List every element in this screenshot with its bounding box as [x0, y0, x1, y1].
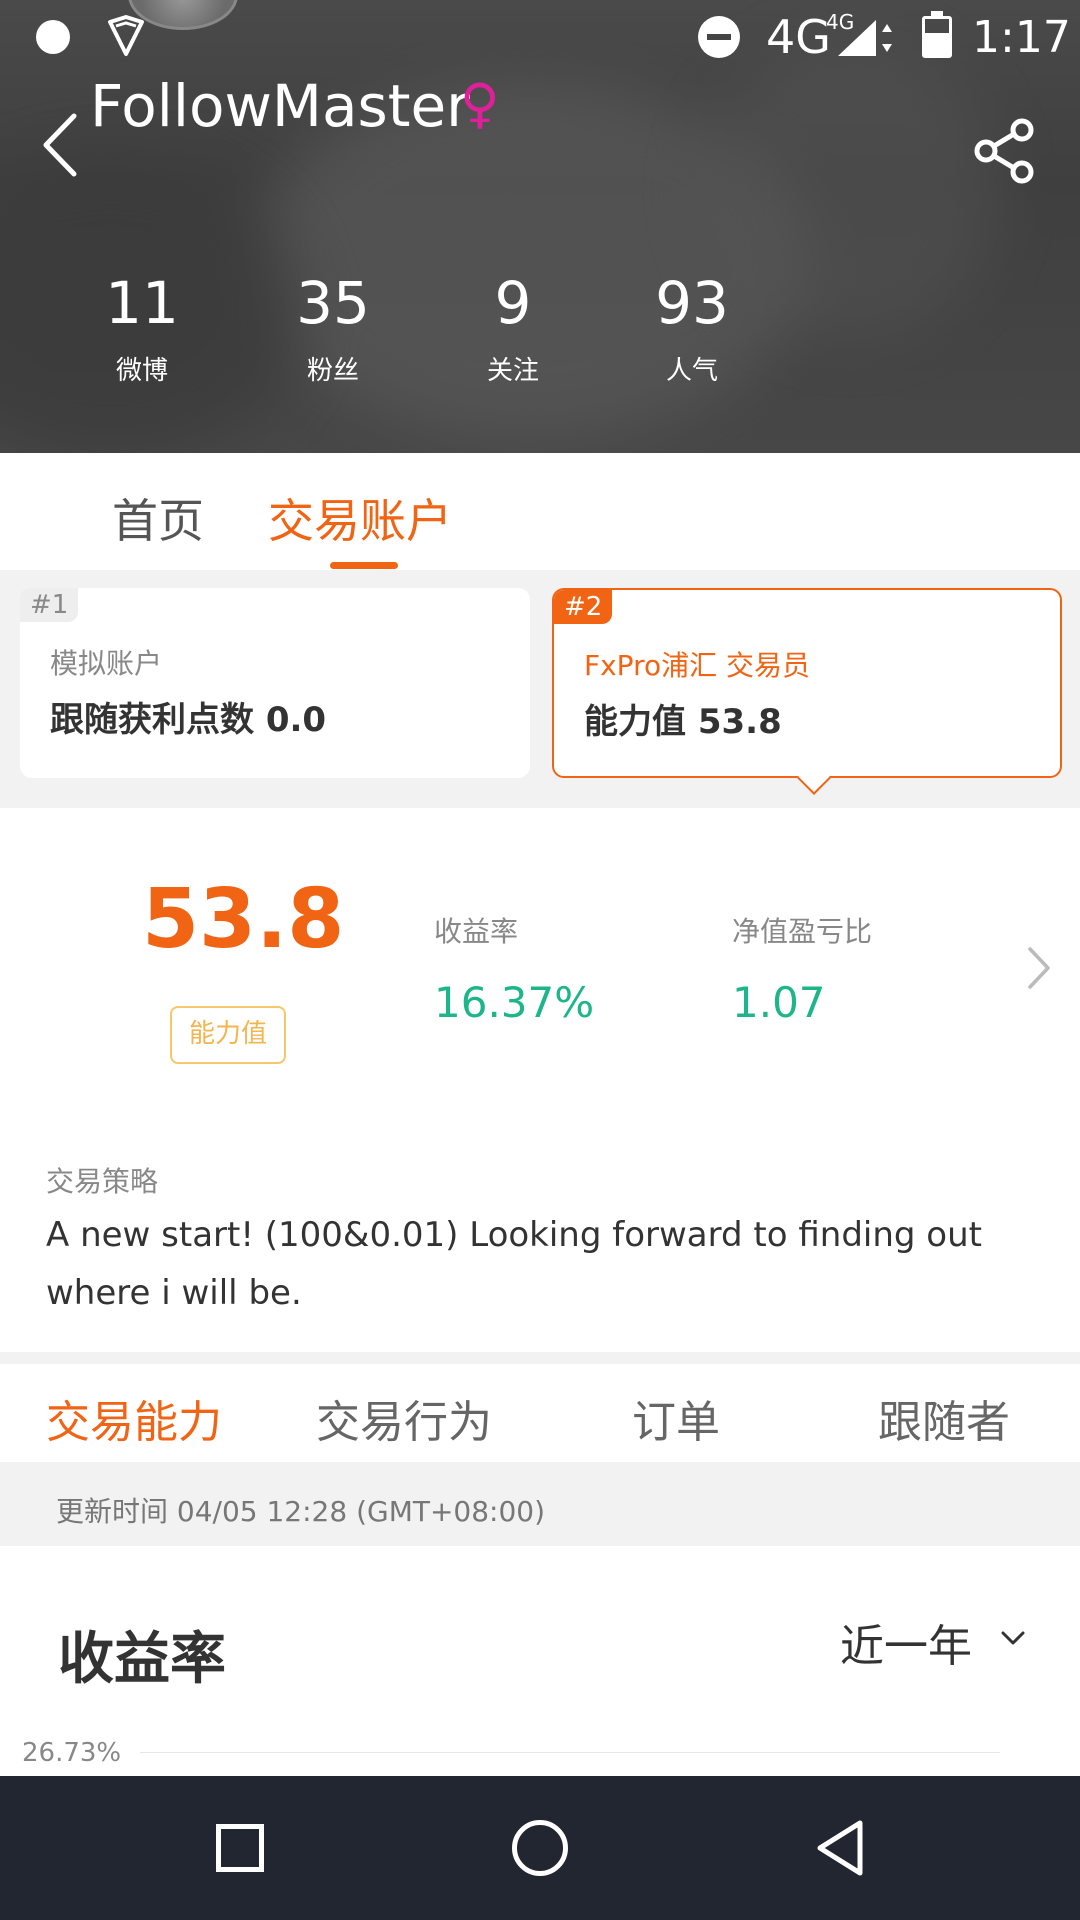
- chevron-right-icon[interactable]: [1024, 943, 1054, 993]
- stat-label: 关注: [486, 356, 539, 386]
- stat-value: 11: [105, 269, 179, 337]
- recent-apps-button[interactable]: [216, 1824, 264, 1872]
- stat-value: 35: [296, 269, 370, 337]
- profile-tabs: 首页 交易账户: [0, 453, 1080, 570]
- share-button[interactable]: [972, 118, 1038, 184]
- chevron-down-icon[interactable]: [1000, 1628, 1026, 1648]
- ability-score-badge: 能力值: [170, 1006, 286, 1064]
- signal-icon: [838, 20, 892, 56]
- stat-label: 粉丝: [306, 356, 359, 386]
- tab-orders[interactable]: 订单: [632, 1386, 720, 1450]
- status-bar: 4G 4G 1:17: [0, 0, 1080, 75]
- stat-popularity[interactable]: 93 人气: [612, 268, 772, 387]
- notification-dot-icon: [36, 20, 70, 54]
- nav-back-button[interactable]: [812, 1818, 868, 1878]
- tab-followers[interactable]: 跟随者: [878, 1386, 1010, 1450]
- shield-icon: [108, 15, 144, 56]
- clock: 1:17: [972, 12, 1071, 63]
- equity-ratio-value: 1.07: [732, 978, 826, 1027]
- stat-weibo[interactable]: 11 微博: [62, 268, 222, 387]
- account-title: FxPro浦汇 交易员: [584, 649, 810, 682]
- stat-followers[interactable]: 35 粉丝: [253, 268, 413, 387]
- account-cards: #1 模拟账户 跟随获利点数 0.0 #2 FxPro浦汇 交易员 能力值 53…: [0, 570, 1080, 808]
- return-rate-value: 16.37%: [434, 978, 595, 1027]
- account-title: 模拟账户: [50, 647, 163, 680]
- equity-ratio-label: 净值盈亏比: [732, 915, 873, 948]
- account-badge: #1: [20, 588, 79, 622]
- do-not-disturb-icon: [698, 16, 740, 58]
- y-axis-tick: 26.73%: [22, 1738, 122, 1768]
- ability-score: 53.8: [142, 872, 345, 967]
- stat-value: 9: [494, 269, 532, 337]
- battery-icon: [922, 11, 952, 58]
- account-card-1[interactable]: #1 模拟账户 跟随获利点数 0.0: [20, 588, 530, 778]
- stat-label: 微博: [115, 356, 168, 386]
- tab-trading-behavior[interactable]: 交易行为: [316, 1386, 492, 1450]
- account-value: 能力值 53.8: [584, 702, 782, 742]
- account-badge: #2: [554, 590, 613, 624]
- selected-pointer: [797, 761, 831, 795]
- active-tab-indicator: [330, 562, 398, 569]
- strategy-text: A new start! (100&0.01) Looking forward …: [46, 1215, 982, 1313]
- profile-name: FollowMaster: [90, 72, 471, 140]
- chart-title: 收益率: [58, 1627, 226, 1692]
- account-value: 跟随获利点数 0.0: [50, 700, 327, 740]
- range-selector[interactable]: 近一年: [840, 1610, 972, 1674]
- tab-trading-ability[interactable]: 交易能力: [46, 1386, 222, 1450]
- tab-home[interactable]: 首页: [112, 485, 204, 551]
- return-rate-label: 收益率: [434, 915, 519, 948]
- stat-value: 93: [655, 269, 729, 337]
- tab-trade-account[interactable]: 交易账户: [268, 485, 452, 551]
- account-summary: 53.8 能力值 收益率 16.37% 净值盈亏比 1.07 交易策略 A ne…: [0, 808, 1080, 1338]
- update-time-bar: 更新时间 04/05 12:28 (GMT+08:00): [0, 1462, 1080, 1546]
- update-time: 更新时间 04/05 12:28 (GMT+08:00): [56, 1495, 546, 1528]
- detail-tabs: 交易能力 交易行为 订单 跟随者: [0, 1352, 1080, 1462]
- stat-label: 人气: [665, 356, 718, 386]
- return-chart-section: 收益率 近一年 26.73%: [0, 1546, 1080, 1776]
- female-gender-icon: ♀: [460, 72, 500, 135]
- network-type: 4G: [766, 10, 831, 64]
- home-button[interactable]: [512, 1820, 568, 1876]
- chart-grid-line: [140, 1752, 1000, 1753]
- system-nav-bar: [0, 1776, 1080, 1920]
- back-button[interactable]: [40, 110, 80, 180]
- profile-header: 4G 4G 1:17 FollowMaster ♀ 11 微博 35 粉丝 9 …: [0, 0, 1080, 453]
- strategy-label: 交易策略: [46, 1165, 159, 1198]
- stat-following[interactable]: 9 关注: [433, 268, 593, 387]
- account-card-2[interactable]: #2 FxPro浦汇 交易员 能力值 53.8: [552, 588, 1062, 795]
